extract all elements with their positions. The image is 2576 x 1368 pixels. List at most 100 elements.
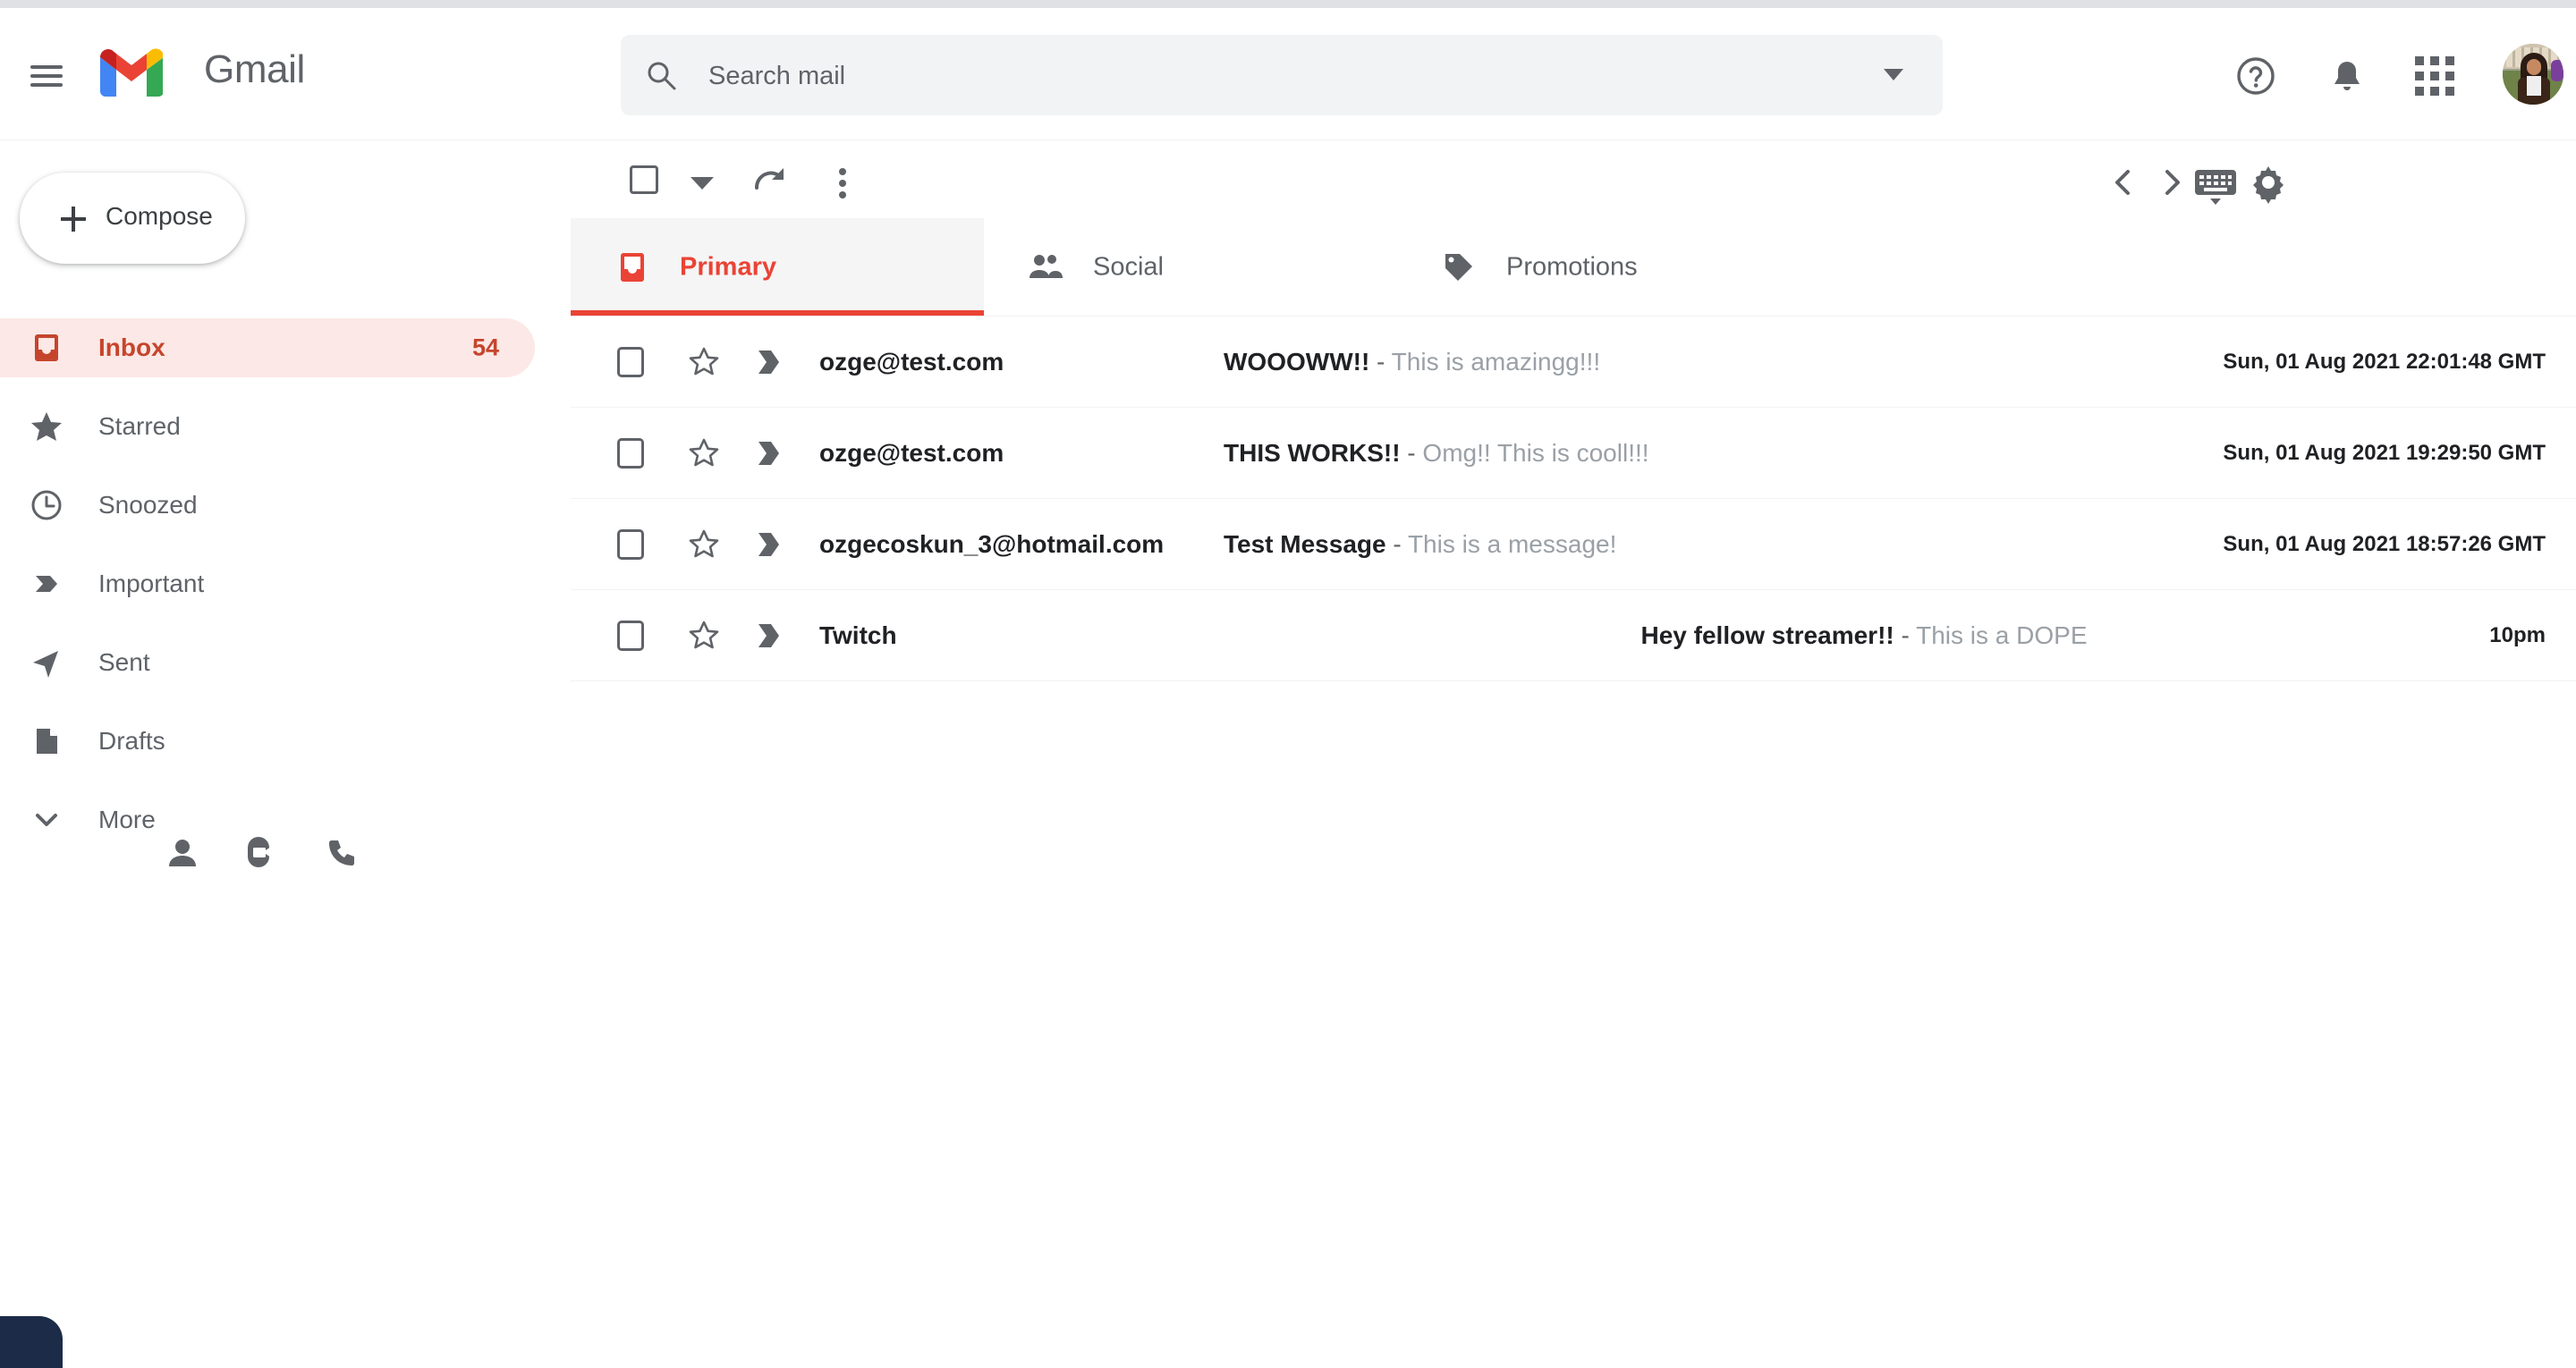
notifications-icon[interactable] (2326, 55, 2368, 97)
label-important-icon[interactable] (753, 529, 789, 560)
avatar[interactable] (2503, 44, 2563, 105)
settings-gear-icon[interactable] (2247, 161, 2290, 204)
input-tools-icon[interactable] (2191, 163, 2240, 209)
refresh-icon[interactable] (750, 161, 791, 202)
gmail-logo-icon (100, 48, 164, 97)
sidebar-item-important[interactable]: Important (0, 554, 535, 613)
search-bar[interactable] (621, 35, 1943, 117)
email-subject: WOOOWW!! (1224, 347, 1370, 376)
sidebar-item-label: Sent (98, 648, 150, 676)
main-content: Primary Social Promotions ozge@test.com … (571, 141, 2576, 1368)
inbox-icon (614, 249, 651, 286)
email-timestamp: Sun, 01 Aug 2021 19:29:50 GMT (2223, 440, 2546, 465)
email-separator: - (1385, 529, 1408, 558)
row-select-checkbox[interactable] (617, 620, 644, 651)
row-select-checkbox[interactable] (617, 346, 644, 377)
star-icon[interactable] (687, 345, 721, 379)
plus-icon (61, 207, 86, 232)
page-title: Gmail (204, 47, 305, 91)
select-all-checkbox[interactable] (630, 165, 658, 194)
category-tabs: Primary Social Promotions (571, 218, 2576, 317)
email-snippet: This is a DOPE (1916, 621, 2088, 649)
search-input[interactable] (707, 35, 1837, 117)
main-menu-icon[interactable] (23, 55, 70, 94)
row-select-checkbox[interactable] (617, 528, 644, 560)
inbox-unread-count: 54 (471, 334, 499, 361)
star-icon[interactable] (687, 619, 721, 653)
tab-promotions[interactable]: Promotions (1397, 218, 1810, 316)
sidebar-footer (0, 805, 394, 876)
gmail-window: Gmail Search mail Compose Inbox 54 Starr… (0, 0, 2576, 1368)
draft-icon (29, 723, 64, 759)
table-row[interactable]: ozge@test.com THIS WORKS!! - Omg!! This … (571, 408, 2576, 499)
tab-social[interactable]: Social (984, 218, 1397, 316)
mail-list: ozge@test.com WOOOWW!! - This is amazing… (571, 317, 2576, 681)
sidebar-item-label: Important (98, 570, 205, 597)
label-important-icon[interactable] (753, 621, 789, 651)
clock-icon (29, 487, 64, 523)
send-icon (29, 645, 64, 680)
search-options-icon[interactable] (1884, 69, 1903, 80)
label-important-icon (29, 566, 64, 602)
app-header: Gmail (0, 8, 2576, 140)
email-subject: Hey fellow streamer!! (1640, 621, 1894, 649)
star-icon[interactable] (687, 528, 721, 562)
label-important-icon[interactable] (753, 438, 789, 469)
meet-video-icon[interactable] (242, 833, 281, 873)
email-subject: Test Message (1224, 529, 1386, 558)
support-icon[interactable] (2234, 55, 2277, 97)
email-snippet: Omg!! This is cooll!!! (1422, 438, 1649, 467)
sidebar-item-sent[interactable]: Sent (0, 633, 535, 692)
sidebar-item-label: Drafts (98, 727, 165, 755)
search-icon (646, 60, 676, 90)
sidebar-item-label: Snoozed (98, 491, 198, 519)
select-dropdown-icon[interactable] (691, 177, 714, 190)
sidebar: Compose Inbox 54 Starred Snoozed Importa… (0, 141, 571, 1368)
table-row[interactable]: ozgecoskun_3@hotmail.com Test Message - … (571, 499, 2576, 590)
tab-label: Social (1093, 252, 1164, 281)
window-top-band (0, 0, 2576, 8)
email-subject: THIS WORKS!! (1224, 438, 1401, 467)
sidebar-item-starred[interactable]: Starred (0, 397, 535, 456)
more-options-icon[interactable] (821, 161, 862, 202)
email-timestamp: 10pm (2489, 622, 2546, 647)
email-separator: - (1400, 438, 1423, 467)
next-page-icon[interactable] (2150, 161, 2193, 204)
compose-button[interactable]: Compose (20, 173, 245, 264)
previous-page-icon[interactable] (2102, 161, 2145, 204)
email-snippet: This is a message! (1407, 529, 1617, 558)
email-snippet: This is amazingg!!! (1391, 347, 1601, 376)
email-timestamp: Sun, 01 Aug 2021 18:57:26 GMT (2223, 531, 2546, 556)
inbox-icon (29, 330, 64, 366)
email-timestamp: Sun, 01 Aug 2021 22:01:48 GMT (2223, 349, 2546, 374)
contacts-icon[interactable] (163, 833, 202, 873)
label-important-icon[interactable] (753, 347, 789, 377)
star-icon[interactable] (687, 436, 721, 470)
sidebar-item-label: Starred (98, 412, 181, 440)
active-tab-indicator (571, 310, 984, 316)
phone-icon[interactable] (322, 833, 361, 873)
sidebar-item-drafts[interactable]: Drafts (0, 712, 535, 771)
sidebar-item-snoozed[interactable]: Snoozed (0, 476, 535, 535)
star-icon (29, 409, 64, 444)
email-content: Hey fellow streamer!! - This is a DOPE (1256, 621, 2472, 650)
table-row[interactable]: ozge@test.com WOOOWW!! - This is amazing… (571, 317, 2576, 408)
email-sender: ozge@test.com (819, 347, 1004, 376)
mail-toolbar (571, 141, 2576, 218)
sidebar-item-label: Inbox (98, 334, 165, 361)
email-separator: - (1369, 347, 1392, 376)
tag-icon (1440, 249, 1478, 286)
email-separator: - (1894, 621, 1917, 649)
tab-label: Promotions (1506, 252, 1638, 281)
row-select-checkbox[interactable] (617, 437, 644, 469)
tab-primary[interactable]: Primary (571, 218, 984, 316)
google-apps-icon[interactable] (2415, 56, 2454, 96)
people-icon (1027, 249, 1064, 286)
email-sender: ozgecoskun_3@hotmail.com (819, 529, 1165, 558)
table-row[interactable]: Twitch Hey fellow streamer!! - This is a… (571, 590, 2576, 681)
compose-label: Compose (106, 202, 213, 230)
window-bottom-left-corner (0, 1316, 63, 1368)
email-sender: ozge@test.com (819, 438, 1004, 467)
sidebar-item-inbox[interactable]: Inbox 54 (0, 318, 535, 377)
email-sender: Twitch (819, 621, 897, 649)
